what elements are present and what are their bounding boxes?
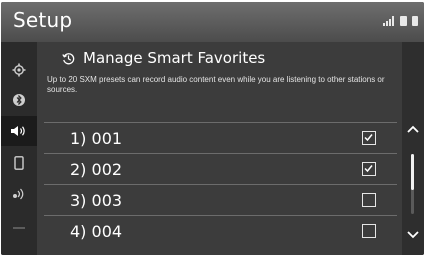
checkbox-checked[interactable] [362, 131, 376, 145]
favorite-row-4[interactable]: 4) 004 [44, 215, 397, 247]
page-title: Setup [13, 8, 73, 32]
scrollbar-track[interactable] [411, 154, 414, 214]
scroll-down-icon[interactable] [405, 226, 421, 242]
favorite-row-3[interactable]: 3) 003 [44, 184, 397, 216]
panel-title-text: Manage Smart Favorites [83, 49, 266, 67]
favorite-row-1[interactable]: 1) 001 [44, 122, 397, 154]
phone-icon [14, 156, 24, 170]
phone-status-icon [400, 16, 407, 26]
scroll-area [402, 42, 424, 255]
status-area [383, 14, 418, 26]
header-bar: Setup [1, 2, 424, 42]
sidebar-item-general[interactable] [1, 55, 37, 85]
head-unit-screen: Setup Manage Smart Favorites Up to 20 SX… [1, 2, 424, 255]
scroll-up-icon[interactable] [405, 122, 421, 138]
gear-icon [12, 63, 26, 77]
history-clock-icon [62, 52, 75, 64]
checkbox-checked[interactable] [362, 162, 376, 176]
checkmark-icon [364, 165, 373, 173]
description-text: Up to 20 SXM presets can record audio co… [47, 75, 385, 94]
signal-strength-icon [383, 16, 395, 26]
sidebar-item-phone[interactable] [1, 148, 37, 178]
checkbox-unchecked[interactable] [362, 193, 376, 207]
battery-icon [412, 16, 418, 26]
checkbox-unchecked[interactable] [362, 224, 376, 238]
row-label: 1) 001 [70, 129, 123, 148]
row-label: 3) 003 [70, 191, 123, 210]
main-panel: Manage Smart Favorites Up to 20 SXM pres… [37, 42, 402, 255]
sidebar-item-extra[interactable] [1, 213, 37, 243]
favorite-row-2[interactable]: 2) 002 [44, 153, 397, 185]
panel-title: Manage Smart Favorites [62, 49, 265, 67]
more-icon [13, 227, 25, 229]
sidebar [1, 42, 37, 255]
sidebar-item-bluetooth[interactable] [1, 85, 37, 115]
scrollbar-thumb[interactable] [411, 154, 414, 190]
row-label: 4) 004 [70, 222, 123, 241]
bluetooth-icon [13, 94, 25, 106]
sidebar-item-sound[interactable] [1, 116, 37, 146]
sidebar-item-voice[interactable] [1, 179, 37, 209]
voice-icon [13, 188, 24, 200]
checkmark-icon [364, 134, 373, 142]
row-label: 2) 002 [70, 160, 123, 179]
speaker-icon [11, 126, 25, 136]
screenshot-frame: Setup Manage Smart Favorites Up to 20 SX… [0, 0, 425, 256]
